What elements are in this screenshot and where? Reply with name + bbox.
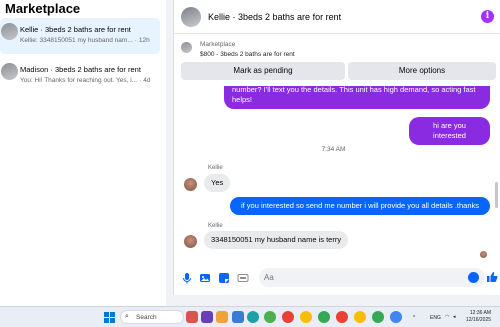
incoming-message: Yes: [204, 174, 231, 192]
taskbar-app-icon[interactable]: [216, 311, 228, 323]
listing-thumbnail: [1, 63, 18, 80]
wifi-icon[interactable]: ◠: [445, 314, 449, 320]
incoming-message: 3348150051 my husband name is terry: [204, 231, 349, 249]
listing-thumbnail: [1, 23, 18, 40]
chrome-icon[interactable]: [354, 311, 366, 323]
taskbar-search[interactable]: ⌕ Search: [120, 310, 184, 324]
taskbar-clock[interactable]: 12:36 AM 12/16/2025: [466, 310, 491, 324]
listing-banner: Marketplace $800 - 3beds 2 baths are for…: [174, 36, 500, 84]
mark-as-pending-button[interactable]: Mark as pending: [181, 62, 345, 80]
outgoing-message: number? I'll text you the details. This …: [224, 86, 490, 109]
chat-header: Kellie · 3beds 2 baths are for rent i: [174, 0, 500, 34]
conversation-item-kellie[interactable]: Kellie · 3beds 2 baths are for rent Kell…: [0, 18, 160, 54]
conversation-title: Madison · 3beds 2 baths are for rent: [20, 65, 141, 74]
message-scrollbar[interactable]: [494, 86, 499, 263]
search-icon: ⌕: [125, 313, 129, 320]
thumbs-up-icon[interactable]: [486, 271, 498, 283]
microphone-icon[interactable]: [181, 272, 193, 284]
conversation-snippet: You: Hi! Thanks for reaching out. Yes, i…: [20, 77, 151, 84]
chrome-icon[interactable]: [282, 311, 294, 323]
listing-avatar[interactable]: [181, 7, 201, 27]
message-text: helps!: [232, 95, 253, 104]
sticker-icon[interactable]: [218, 272, 230, 284]
conversation-sidebar: Marketplace Kellie · 3beds 2 baths are f…: [0, 0, 166, 306]
sender-avatar[interactable]: [184, 178, 197, 191]
listing-thumbnail[interactable]: [181, 42, 192, 53]
clock-time: 12:36 AM: [469, 310, 492, 316]
sender-name: Kellie: [208, 223, 223, 229]
edge-icon[interactable]: [247, 311, 259, 323]
conversation-item-madison[interactable]: Madison · 3beds 2 baths are for rent You…: [0, 58, 160, 94]
conversation-snippet: Kellie: 3348150051 my husband nam... · 12h: [20, 37, 150, 44]
chevron-up-icon[interactable]: ^: [413, 315, 415, 321]
language-indicator[interactable]: ENG: [430, 315, 441, 321]
seen-indicator-avatar: [480, 251, 487, 258]
search-label: Search: [136, 314, 157, 321]
conversation-title: Kellie · 3beds 2 baths are for rent: [20, 25, 131, 34]
emoji-icon[interactable]: [468, 272, 479, 283]
taskbar-app-icon[interactable]: [186, 311, 198, 323]
sender-avatar[interactable]: [184, 235, 197, 248]
message-list: number? I'll text you the details. This …: [174, 86, 493, 263]
more-options-button[interactable]: More options: [348, 62, 496, 80]
outgoing-message: hi are you interested: [409, 117, 490, 145]
message-composer: [174, 264, 500, 292]
taskbar-app-icon[interactable]: [232, 311, 244, 323]
listing-source: Marketplace: [200, 41, 236, 48]
volume-icon[interactable]: ◂: [453, 314, 456, 320]
chrome-icon[interactable]: [318, 311, 330, 323]
message-text: number? I'll text you the details. This …: [232, 86, 476, 94]
windows-taskbar: ⌕ Search ^ ENG ◠ ◂ 12:36 AM 12/16/2025: [0, 306, 500, 327]
chrome-icon[interactable]: [300, 311, 312, 323]
gif-icon[interactable]: [237, 272, 249, 284]
chrome-icon[interactable]: [372, 311, 384, 323]
chrome-icon[interactable]: [264, 311, 276, 323]
chat-title[interactable]: Kellie · 3beds 2 baths are for rent: [208, 12, 341, 22]
sender-name: Kellie: [208, 165, 223, 171]
photo-icon[interactable]: [199, 272, 211, 284]
windows-start-icon[interactable]: [104, 312, 115, 323]
info-icon[interactable]: i: [481, 10, 494, 23]
message-timestamp: 7:34 AM: [321, 146, 346, 153]
message-input[interactable]: [259, 268, 485, 287]
listing-price-title[interactable]: $800 - 3beds 2 baths are for rent: [200, 51, 295, 58]
taskbar-app-icon[interactable]: [201, 311, 213, 323]
sidebar-title: Marketplace: [5, 1, 81, 16]
chrome-icon[interactable]: [390, 311, 402, 323]
clock-date: 12/16/2025: [466, 317, 492, 323]
outgoing-message: if you interested so send me number i wi…: [230, 197, 490, 215]
chat-panel: Kellie · 3beds 2 baths are for rent i Ma…: [173, 0, 500, 295]
scrollbar-thumb[interactable]: [495, 182, 498, 208]
chrome-icon[interactable]: [336, 311, 348, 323]
